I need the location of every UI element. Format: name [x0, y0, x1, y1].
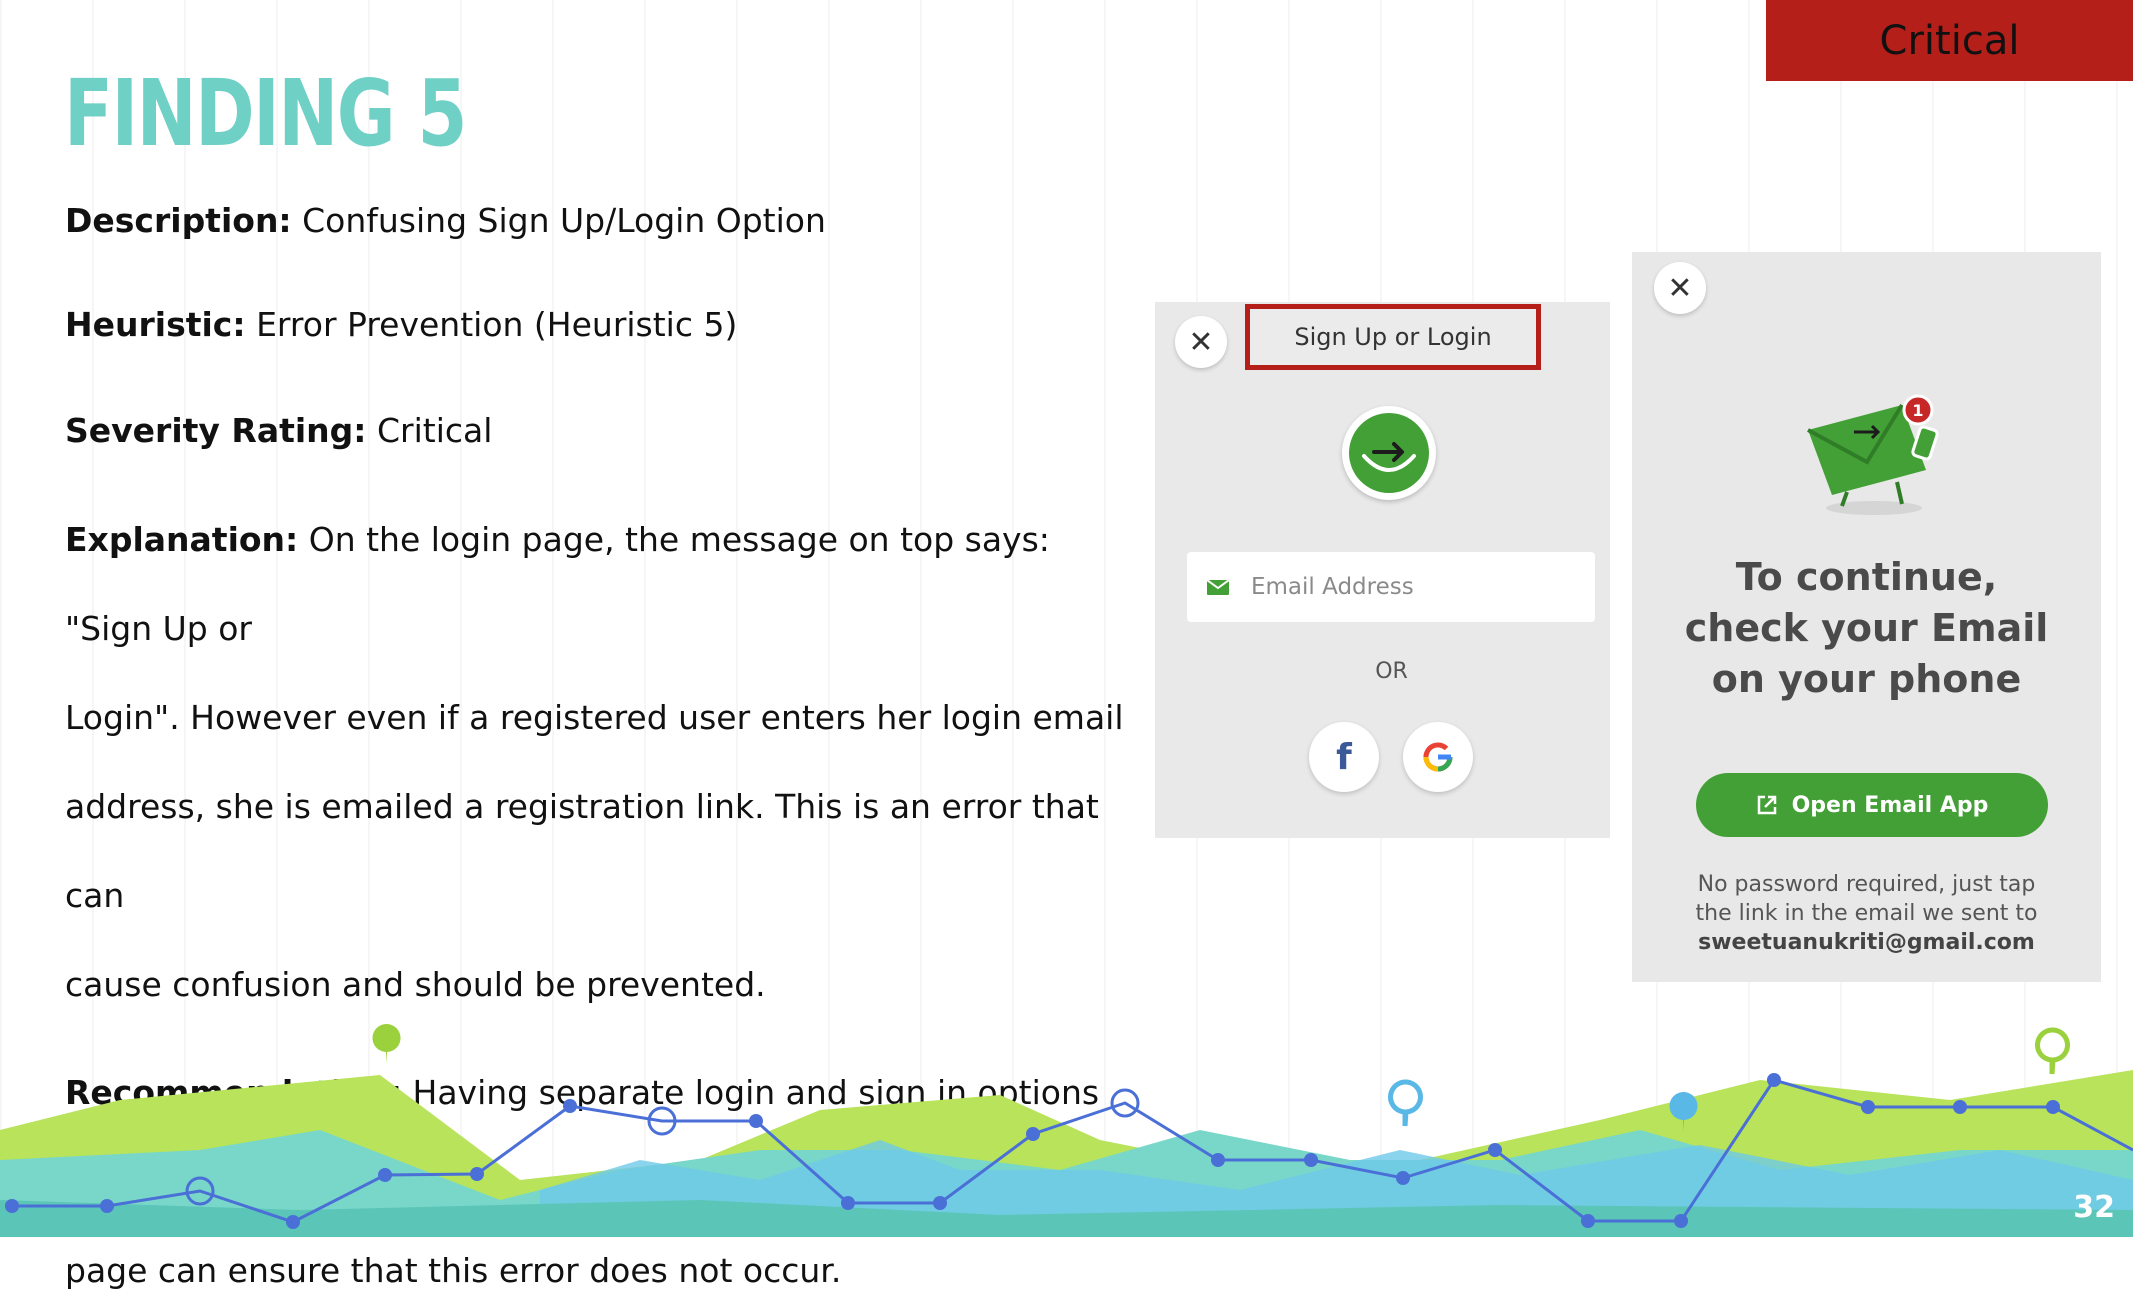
explanation-line-2: Login". However even if a registered use… [65, 698, 1124, 737]
note-line-2: the link in the email we sent to [1695, 901, 2038, 926]
close-icon[interactable]: ✕ [1654, 262, 1706, 314]
email-field[interactable]: Email Address [1187, 552, 1595, 622]
description-row: Description: Confusing Sign Up/Login Opt… [65, 176, 1125, 265]
heuristic-label: Heuristic: [65, 305, 246, 344]
signup-login-header: Sign Up or Login [1245, 304, 1541, 370]
google-login-button[interactable] [1403, 722, 1473, 792]
login-arrow-icon [1342, 406, 1436, 500]
description-label: Description: [65, 201, 292, 240]
severity-label: Severity Rating: [65, 411, 367, 450]
external-link-icon [1757, 795, 1776, 815]
heuristic-row: Heuristic: Error Prevention (Heuristic 5… [65, 280, 1125, 369]
heading-line-1: To continue, [1735, 555, 1998, 599]
explanation-label: Explanation: [65, 520, 299, 559]
severity-badge: Critical [1766, 0, 2133, 81]
explanation-block: Explanation: On the login page, the mess… [65, 495, 1125, 1029]
decorative-landscape [0, 1024, 2133, 1237]
recommendation-line-2: page can ensure that this error does not… [65, 1251, 842, 1290]
heading-line-2: check your Email [1684, 606, 2049, 650]
severity-row: Severity Rating: Critical [65, 386, 1125, 475]
explanation-line-3: address, she is emailed a registration l… [65, 787, 1099, 915]
no-password-note: No password required, just tap the link … [1632, 870, 2101, 957]
envelope-illustration: 1 [1802, 390, 1952, 520]
explanation-line-1: Explanation: On the login page, the mess… [65, 495, 1125, 673]
heuristic-value: Error Prevention (Heuristic 5) [245, 305, 738, 344]
heading-line-3: on your phone [1711, 657, 2022, 701]
check-email-screenshot: ✕ 1 To continue, check your Email on you… [1632, 252, 2101, 982]
severity-value: Critical [366, 411, 493, 450]
login-screen-screenshot: ✕ Sign Up or Login Email Address OR f [1155, 302, 1610, 838]
notification-badge: 1 [1912, 401, 1923, 420]
open-email-app-button[interactable]: Open Email App [1696, 773, 2048, 837]
page-number: 32 [2073, 1190, 2115, 1225]
close-icon[interactable]: ✕ [1175, 316, 1227, 368]
check-email-heading: To continue, check your Email on your ph… [1632, 552, 2101, 705]
recipient-email: sweetuanukriti@gmail.com [1698, 930, 2035, 955]
facebook-login-button[interactable]: f [1309, 722, 1379, 792]
page-title: FINDING 5 [64, 60, 467, 167]
google-icon [1423, 742, 1453, 772]
or-separator: OR [1375, 659, 1408, 684]
email-placeholder: Email Address [1251, 574, 1414, 600]
open-email-app-label: Open Email App [1791, 792, 1989, 818]
mail-icon [1207, 579, 1229, 595]
note-line-1: No password required, just tap [1697, 872, 2036, 897]
description-value: Confusing Sign Up/Login Option [291, 201, 826, 240]
